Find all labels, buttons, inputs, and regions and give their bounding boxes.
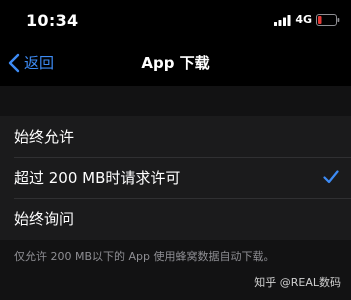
footer-note: 仅允许 200 MB以下的 App 使用蜂窝数据自动下载。 [14, 250, 275, 263]
status-time: 10:34 [26, 11, 79, 30]
checkmark-icon [323, 170, 339, 184]
footer-area: 仅允许 200 MB以下的 App 使用蜂窝数据自动下载。 知乎 @REAL数码 [0, 240, 351, 300]
option-label: 超过 200 MB时请求许可 [14, 168, 181, 187]
network-type-label: 4G [295, 13, 312, 26]
download-options-list: 始终允许 超过 200 MB时请求许可 始终询问 [0, 116, 351, 240]
status-bar: 10:34 4G [0, 0, 351, 40]
section-spacer [0, 86, 351, 116]
option-ask-over-200mb[interactable]: 超过 200 MB时请求许可 [0, 157, 351, 198]
battery-low-icon [316, 14, 340, 26]
option-always-ask[interactable]: 始终询问 [0, 198, 351, 239]
page-title: App 下载 [141, 54, 210, 72]
watermark: 知乎 @REAL数码 [254, 276, 341, 289]
navigation-bar: 返回 App 下载 [0, 40, 351, 86]
option-label: 始终允许 [14, 127, 75, 146]
option-always-allow[interactable]: 始终允许 [0, 116, 351, 157]
option-label: 始终询问 [14, 209, 75, 228]
cellular-signal-icon [274, 14, 291, 26]
status-indicators: 4G [274, 13, 340, 27]
